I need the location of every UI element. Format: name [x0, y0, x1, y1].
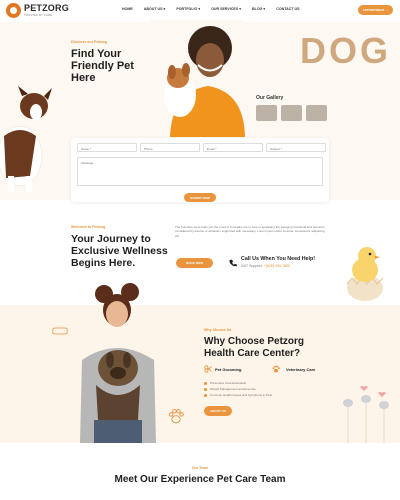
nav-item-home[interactable]: HOME — [122, 7, 133, 11]
grooming-icon — [204, 365, 212, 373]
list-item-text: Weight Management and Exercise — [210, 387, 256, 391]
logo-icon[interactable] — [6, 3, 21, 18]
bone-icon — [52, 327, 68, 335]
nav-item-portfolio[interactable]: PORTFOLIO ▾ — [176, 7, 200, 11]
phone-field[interactable]: Phone — [140, 143, 200, 152]
bullet-icon — [204, 393, 207, 397]
hero-eyebrow: Discover our Petzorg — [71, 40, 108, 44]
nav-item-services[interactable]: OUR SERVICES ▾ — [211, 7, 241, 11]
about-us-button[interactable]: ABOUT US — [204, 406, 232, 416]
nav-item-blog[interactable]: BLOG ▾ — [252, 7, 265, 11]
team-eyebrow: Our Team — [191, 466, 209, 470]
message-field[interactable]: Message — [77, 157, 323, 186]
dog-photo — [0, 86, 52, 192]
gallery-thumbnail[interactable] — [281, 105, 302, 121]
list-item-text: Common Health Issues and Symptoms in Pet… — [210, 393, 273, 397]
gallery-label: Our Gallery — [256, 95, 284, 101]
support-phone-link[interactable]: +(628) 455-7890 — [264, 264, 291, 268]
name-field[interactable]: Name * — [77, 143, 137, 152]
why-eyebrow: Why Choose Us — [204, 328, 232, 332]
phone-icon — [229, 259, 237, 267]
list-item: Common Health Issues and Symptoms in Pet… — [204, 392, 272, 398]
dog-bones-decoration: DOG — [300, 30, 392, 71]
support-line: 24/7 Support: +(628) 455-7890 — [241, 264, 290, 268]
feature-veterinary-care: Veterinary Care — [286, 367, 316, 372]
hero-title: Find Your Friendly Pet Here — [71, 48, 134, 84]
paw-icon — [168, 408, 184, 424]
chick-image — [346, 247, 384, 301]
woman-with-dog-image — [150, 20, 245, 137]
bullet-icon — [204, 387, 207, 391]
main-nav: HOME ABOUT US ▾ PORTFOLIO ▾ OUR SERVICES… — [122, 7, 300, 11]
book-now-button[interactable]: BOOK NOW — [176, 258, 213, 268]
gallery-thumbnail[interactable] — [306, 105, 327, 121]
bullet-icon — [204, 381, 207, 385]
brand-name[interactable]: PETZORG — [24, 3, 69, 13]
appointment-button[interactable]: APPOINTMENT → — [358, 5, 393, 15]
site-header: PETZORG TRUSTED BY CARE HOME ABOUT US ▾ … — [0, 0, 400, 22]
submit-button[interactable]: SUBMIT NOW — [184, 193, 216, 202]
brand-tagline: TRUSTED BY CARE — [24, 13, 53, 17]
welcome-title: Your Journey to Exclusive Wellness Begin… — [71, 233, 168, 269]
nav-item-about[interactable]: ABOUT US ▾ — [144, 7, 166, 11]
support-label: 24/7 Support: — [241, 264, 263, 268]
subject-field[interactable]: Subject * — [266, 143, 326, 152]
paw-prints-decoration — [343, 386, 389, 443]
feature-pet-grooming: Pet Grooming — [215, 367, 242, 372]
gallery-thumbnail[interactable] — [256, 105, 277, 121]
list-item-text: Preventive Care Essentials — [210, 381, 247, 385]
person-with-dog-image — [80, 283, 156, 443]
call-us-title: Call Us When You Need Help! — [241, 256, 315, 262]
email-field[interactable]: Email * — [203, 143, 263, 152]
why-title: Why Choose Petzorg Health Care Center? — [204, 336, 305, 359]
nav-item-contact[interactable]: CONTACT US — [276, 7, 299, 11]
team-title: Meet Our Experience Pet Care Team — [114, 474, 286, 485]
welcome-eyebrow: Welcome to Petzorg — [71, 225, 106, 229]
welcome-text: The Furniture store finds you the most o… — [175, 225, 326, 238]
benefit-list: Preventive Care Essentials Weight Manage… — [204, 380, 272, 398]
paw-icon — [272, 365, 280, 373]
